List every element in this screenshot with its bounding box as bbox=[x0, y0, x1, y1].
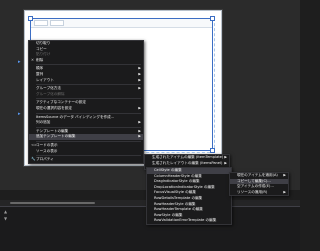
menu-item-label: RowDetailsTemplate の編集 bbox=[154, 195, 203, 200]
menu-item-label: 順序 bbox=[36, 66, 44, 71]
menu-item-label: 現在のアイテムを適用(A) bbox=[237, 173, 278, 177]
header-cell bbox=[50, 20, 64, 26]
submenu-arrow-icon: ▶ bbox=[138, 77, 141, 82]
menu-item-label: コードの表示 bbox=[36, 142, 58, 147]
menu-item-label: グループ化の解除 bbox=[36, 91, 65, 96]
arrow-up-icon[interactable]: ▲ bbox=[4, 210, 8, 214]
delete-icon: ✕ bbox=[31, 57, 35, 62]
menu-item-label: グループ化方法 bbox=[36, 86, 61, 91]
datagrid-header[interactable] bbox=[30, 18, 213, 28]
submenu-arrow-icon: ▶ bbox=[224, 160, 227, 165]
context-menu-item[interactable]: 追加テンプレートの編集 ▶ bbox=[29, 134, 143, 140]
submenu-arrow-icon: ▶ bbox=[138, 120, 141, 125]
resize-handle[interactable] bbox=[210, 16, 215, 21]
context-menu-item[interactable]: レイアウト ▶ bbox=[29, 78, 143, 84]
menu-item-label: DropLocationIndicatorStyle の編集 bbox=[154, 184, 215, 189]
header-cell bbox=[34, 20, 48, 26]
menu-item-label: ColumnHeaderStyle の編集 bbox=[154, 173, 202, 178]
menu-item-label: 空アイテムの作成(E)... bbox=[237, 184, 274, 189]
menu-separator bbox=[36, 140, 141, 142]
menu-item-label: RowStyle の編集 bbox=[154, 212, 183, 217]
context-menu-item[interactable]: ✕ 削除 bbox=[29, 58, 143, 64]
styles-menu-item[interactable]: RowValidationErrorTemplate の編集 bbox=[147, 218, 231, 224]
menu-item-label: ItemsSource のデータ バインディングを作成... bbox=[36, 114, 115, 119]
menu-separator bbox=[36, 112, 141, 114]
selection-border-right bbox=[212, 18, 213, 151]
menu-item-label: ソースの表示 bbox=[36, 148, 58, 153]
menu-item-label: 追加テンプレートの編集 bbox=[36, 134, 76, 139]
menu-item-label: 列の追加 bbox=[36, 120, 51, 125]
menu-item-label: レイアウト bbox=[36, 77, 54, 82]
wrench-icon: 🔧 bbox=[31, 157, 36, 162]
resource-submenu: 現在のアイテムを適用(A) ▶ コピーして編集(C)... 空アイテムの作成(E)..… bbox=[229, 172, 289, 197]
menu-separator bbox=[36, 155, 141, 157]
menu-item-label: RowHeaderTemplate の編集 bbox=[154, 207, 203, 212]
scrollbar-thumb[interactable] bbox=[10, 202, 95, 204]
context-menu-item[interactable]: グループ化の解除 bbox=[29, 92, 143, 98]
menu-item-label: RowHeaderStyle の編集 bbox=[154, 201, 196, 206]
submenu-arrow-icon: ▶ bbox=[138, 105, 141, 110]
menu-item-label: 整列 bbox=[36, 71, 44, 76]
menu-item-label: CellStyle の編集 bbox=[154, 168, 182, 172]
context-menu: 切り取り コピー 貼り付け ✕ 削除順序 ▶ 整列 ▶ レイアウト ▶ グループ化方法 ▶ グループ化の… bbox=[28, 40, 144, 164]
resize-handle[interactable] bbox=[28, 16, 33, 21]
menu-item-label: 貼り付け bbox=[36, 52, 51, 57]
context-menu-item[interactable]: 列の追加 ▶ bbox=[29, 120, 143, 126]
menu-separator bbox=[36, 64, 141, 66]
context-menu-item[interactable]: ソースの表示 bbox=[29, 149, 143, 155]
resize-handle[interactable] bbox=[210, 148, 215, 153]
submenu-arrow-icon: ▶ bbox=[283, 189, 286, 194]
menu-item-label: コピーして編集(C)... bbox=[237, 178, 271, 183]
menu-item-label: FocusVisualStyle の編集 bbox=[154, 190, 196, 195]
menu-item-label: DragIndicatorStyle の編集 bbox=[154, 179, 200, 184]
menu-item-label: 生成されたレイアウトの編集 (ItemsPanel) bbox=[152, 160, 223, 165]
submenu-arrow-icon: ▶ bbox=[138, 134, 141, 139]
grid-ruler-marker-icon[interactable]: ▸ bbox=[18, 112, 23, 117]
context-menu-item[interactable]: 現在の選択内容を設定 ▶ bbox=[29, 106, 143, 112]
resource-menu-item[interactable]: リソースの適用(R) ▶ bbox=[230, 190, 288, 196]
selection-border-top bbox=[30, 18, 213, 19]
menu-item-label: プロパティ bbox=[36, 157, 54, 162]
menu-item-label: 削除 bbox=[36, 57, 44, 62]
menu-item-label: アクティブなコンテナーの設定 bbox=[36, 100, 86, 105]
menu-separator bbox=[36, 126, 141, 128]
menu-item-label: テンプレートの編集 bbox=[36, 128, 69, 133]
styles-submenu: CellStyle の編集 ColumnHeaderStyle の編集 DragIn… bbox=[146, 167, 232, 225]
menu-separator bbox=[36, 84, 141, 86]
menu-item-label: 現在の選択内容を設定 bbox=[36, 105, 72, 110]
grid-ruler-marker-icon[interactable]: ▸ bbox=[18, 60, 23, 65]
arrow-down-icon[interactable]: ▼ bbox=[4, 217, 8, 221]
menu-item-label: コピー bbox=[36, 46, 47, 51]
menu-item-label: 生成されたアイテムの編集 (ItemTemplate) bbox=[152, 155, 224, 159]
menu-item-label: RowValidationErrorTemplate の編集 bbox=[154, 218, 217, 223]
context-menu-item[interactable]: 🔧 プロパティ bbox=[29, 157, 143, 163]
menu-item-label: 切り取り bbox=[36, 41, 51, 45]
templates-menu-item[interactable]: 生成されたレイアウトの編集 (ItemsPanel) ▶ bbox=[145, 161, 229, 167]
menu-item-label: リソースの適用(R) bbox=[237, 189, 268, 194]
